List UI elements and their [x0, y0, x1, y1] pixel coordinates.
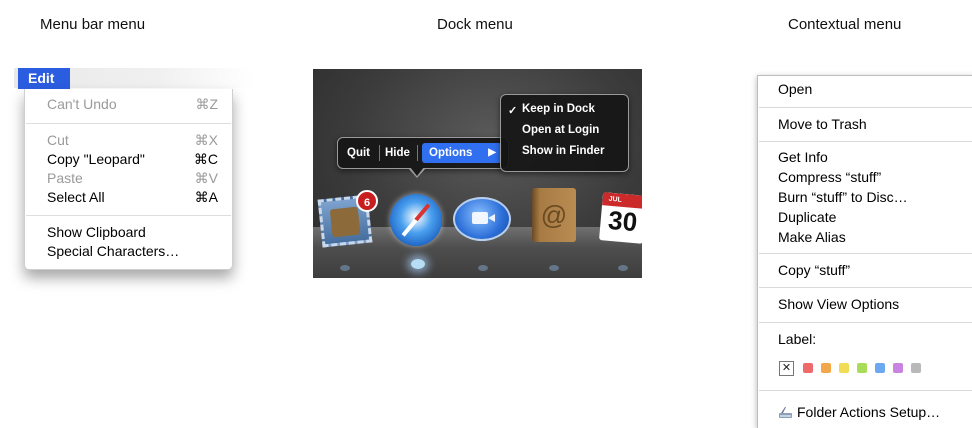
menu-item-shortcut: ⌘Z: [195, 96, 218, 112]
ichat-icon[interactable]: [453, 197, 511, 241]
quit-button[interactable]: Quit: [347, 138, 370, 168]
menu-separator: [759, 322, 972, 323]
dock-reflection: [549, 265, 559, 271]
menu-item-copy[interactable]: Copy "Leopard" ⌘C: [47, 150, 218, 169]
menu-separator: [759, 107, 972, 108]
menu-item-special-characters[interactable]: Special Characters…: [47, 242, 218, 261]
menu-item-move-to-trash[interactable]: Move to Trash: [778, 116, 867, 133]
checkmark-icon: ✓: [508, 105, 518, 117]
dock-reflection: [618, 265, 628, 271]
menu-separator: [417, 145, 418, 161]
hide-button[interactable]: Hide: [385, 138, 410, 168]
menu-item-shortcut: ⌘C: [193, 151, 218, 167]
menu-separator: [759, 253, 972, 254]
folder-actions-script-icon: [779, 407, 792, 418]
ical-icon[interactable]: JUL 30: [598, 192, 642, 244]
menu-item-label: Copy "Leopard": [47, 151, 145, 167]
dock-menu-title: Dock menu: [437, 16, 513, 33]
menu-item-folder-actions-setup[interactable]: Folder Actions Setup…: [797, 404, 940, 421]
menu-separator: [379, 145, 380, 161]
edit-menu: Can't Undo ⌘Z Cut ⌘X Copy "Leopard" ⌘C P…: [24, 89, 233, 270]
open-at-login-item[interactable]: Open at Login: [522, 124, 599, 136]
menu-item-label: Select All: [47, 189, 105, 205]
running-indicator: [411, 259, 425, 269]
menu-separator: [26, 123, 231, 124]
options-submenu: ✓ Keep in Dock Open at Login Show in Fin…: [500, 94, 629, 172]
mail-unread-badge: 6: [356, 190, 378, 212]
dock-screenshot: Quit Hide Options ▶ ✓ Keep in Dock Open …: [313, 69, 642, 278]
menu-item-shortcut: ⌘A: [194, 189, 218, 205]
label-heading: Label:: [778, 331, 817, 347]
menu-separator: [26, 215, 231, 216]
menu-separator: [759, 141, 972, 142]
menu-item-undo[interactable]: Can't Undo ⌘Z: [47, 95, 218, 114]
menu-item-get-info[interactable]: Get Info: [778, 149, 828, 166]
dock-reflection: [340, 265, 350, 271]
label-color-swatch[interactable]: [821, 363, 831, 373]
video-camera-glyph: [472, 212, 488, 224]
options-label: Options: [429, 147, 473, 159]
menubar-menu-title: Menu bar menu: [40, 16, 146, 33]
menu-item-show-view-options[interactable]: Show View Options: [778, 296, 899, 313]
address-book-icon[interactable]: @: [532, 188, 576, 242]
menu-item-show-clipboard[interactable]: Show Clipboard: [47, 223, 218, 242]
label-color-swatch[interactable]: [893, 363, 903, 373]
options-button[interactable]: Options ▶: [422, 143, 502, 163]
popup-pointer-fill: [410, 167, 424, 176]
menu-item-select-all[interactable]: Select All ⌘A: [47, 188, 218, 207]
menu-item-copy[interactable]: Copy “stuff”: [778, 262, 850, 279]
submenu-arrow-icon: ▶: [488, 147, 496, 158]
safari-icon[interactable]: [390, 194, 442, 246]
menu-item-shortcut: ⌘V: [194, 170, 218, 186]
show-in-finder-item[interactable]: Show in Finder: [522, 145, 604, 157]
menu-item-compress[interactable]: Compress “stuff”: [778, 169, 881, 186]
menu-item-label: Special Characters…: [47, 243, 180, 259]
calendar-day: 30: [607, 204, 639, 238]
video-camera-lens: [488, 214, 495, 222]
menu-item-label: Show Clipboard: [47, 224, 146, 240]
menu-item-make-alias[interactable]: Make Alias: [778, 229, 846, 246]
menu-separator: [759, 287, 972, 288]
label-color-swatch[interactable]: [911, 363, 921, 373]
menu-separator: [759, 390, 972, 391]
menu-item-burn-to-disc[interactable]: Burn “stuff” to Disc…: [778, 189, 908, 206]
dock-popup-menu: Quit Hide Options ▶: [337, 137, 509, 169]
label-color-swatch[interactable]: [857, 363, 867, 373]
compass-needle: [401, 203, 431, 237]
menu-item-shortcut: ⌘X: [194, 132, 218, 148]
contextual-menu-title: Contextual menu: [788, 16, 902, 33]
menu-item-open[interactable]: Open: [778, 81, 812, 98]
label-color-swatch[interactable]: [803, 363, 813, 373]
menu-item-label: Cut: [47, 132, 69, 148]
edit-menu-title[interactable]: Edit: [18, 68, 70, 89]
menu-item-label: Can't Undo: [47, 96, 117, 112]
mail-stamp-art: [329, 206, 361, 238]
contextual-menu: Open Move to Trash Get Info Compress “st…: [757, 75, 972, 428]
label-color-swatch[interactable]: [875, 363, 885, 373]
menu-item-paste[interactable]: Paste ⌘V: [47, 169, 218, 188]
label-none-button[interactable]: ✕: [779, 361, 794, 376]
dock-reflection: [478, 265, 488, 271]
menu-item-label: Paste: [47, 170, 83, 186]
menu-item-cut[interactable]: Cut ⌘X: [47, 131, 218, 150]
keep-in-dock-item[interactable]: Keep in Dock: [522, 103, 595, 115]
label-color-swatch[interactable]: [839, 363, 849, 373]
menu-item-duplicate[interactable]: Duplicate: [778, 209, 836, 226]
